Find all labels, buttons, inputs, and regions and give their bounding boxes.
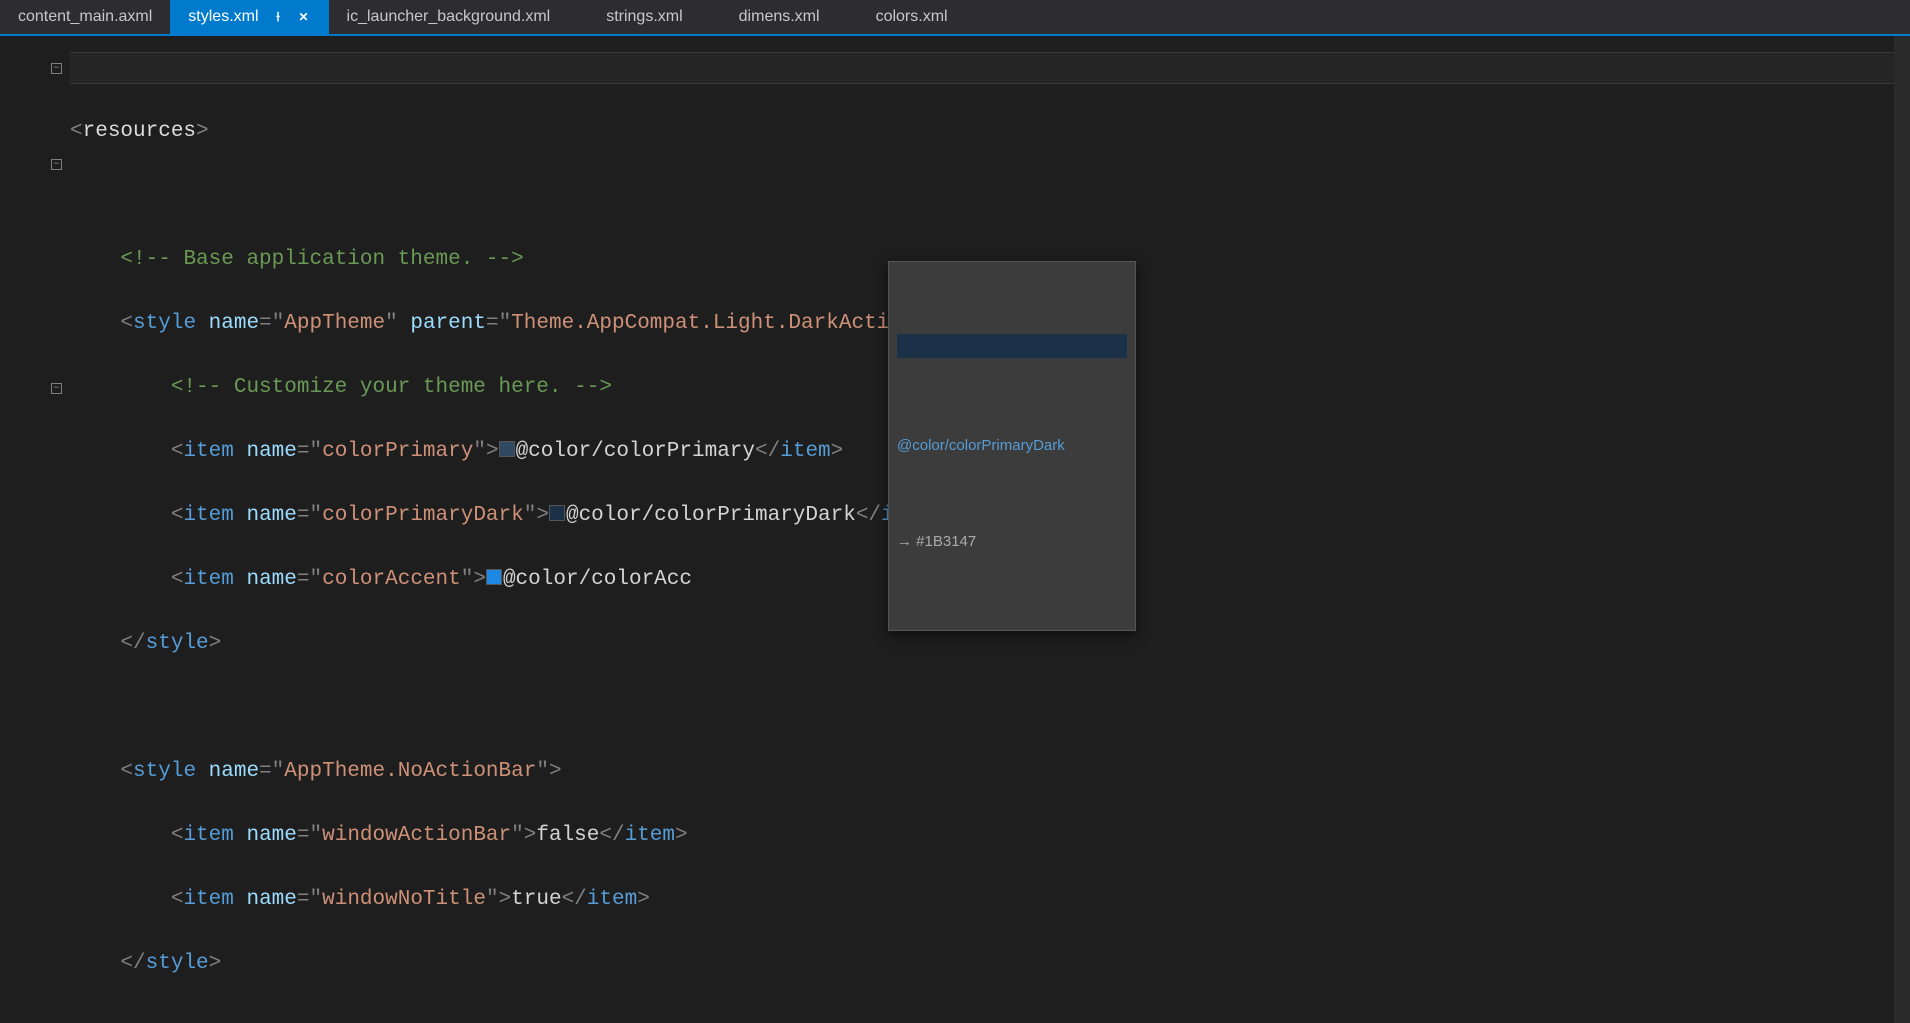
color-swatch-primary-dark xyxy=(549,505,565,521)
fold-icon[interactable]: − xyxy=(51,159,62,170)
current-line-highlight xyxy=(70,52,1910,84)
pin-icon[interactable] xyxy=(271,10,285,24)
fold-icon[interactable]: − xyxy=(51,383,62,394)
fold-icon[interactable]: − xyxy=(51,63,62,74)
color-swatch-primary xyxy=(499,441,515,457)
code-area[interactable]: <resources> <!-- Base application theme.… xyxy=(70,36,1910,1023)
editor[interactable]: − − − <resources> <!-- Base application … xyxy=(0,36,1910,1023)
tooltip-reference: @color/colorPrimaryDark xyxy=(897,437,1065,454)
tab-dimens-xml[interactable]: dimens.xml xyxy=(721,0,838,34)
close-icon[interactable]: ✕ xyxy=(297,10,311,24)
tab-styles-xml[interactable]: styles.xml ✕ xyxy=(170,0,328,34)
tab-strings-xml[interactable]: strings.xml xyxy=(588,0,700,34)
tab-content-main[interactable]: content_main.axml xyxy=(0,0,170,34)
color-tooltip: @color/colorPrimaryDark → #1B3147 xyxy=(888,261,1136,631)
tooltip-hex: #1B3147 xyxy=(916,533,976,550)
vertical-scrollbar[interactable] xyxy=(1894,36,1910,1023)
tab-ic-launcher-bg[interactable]: ic_launcher_background.xml xyxy=(329,0,569,34)
tab-bar: content_main.axml styles.xml ✕ ic_launch… xyxy=(0,0,1910,36)
color-swatch-accent xyxy=(486,569,502,585)
tooltip-color-swatch xyxy=(897,334,1127,358)
tab-colors-xml[interactable]: colors.xml xyxy=(858,0,966,34)
gutter: − − − xyxy=(0,36,70,1023)
